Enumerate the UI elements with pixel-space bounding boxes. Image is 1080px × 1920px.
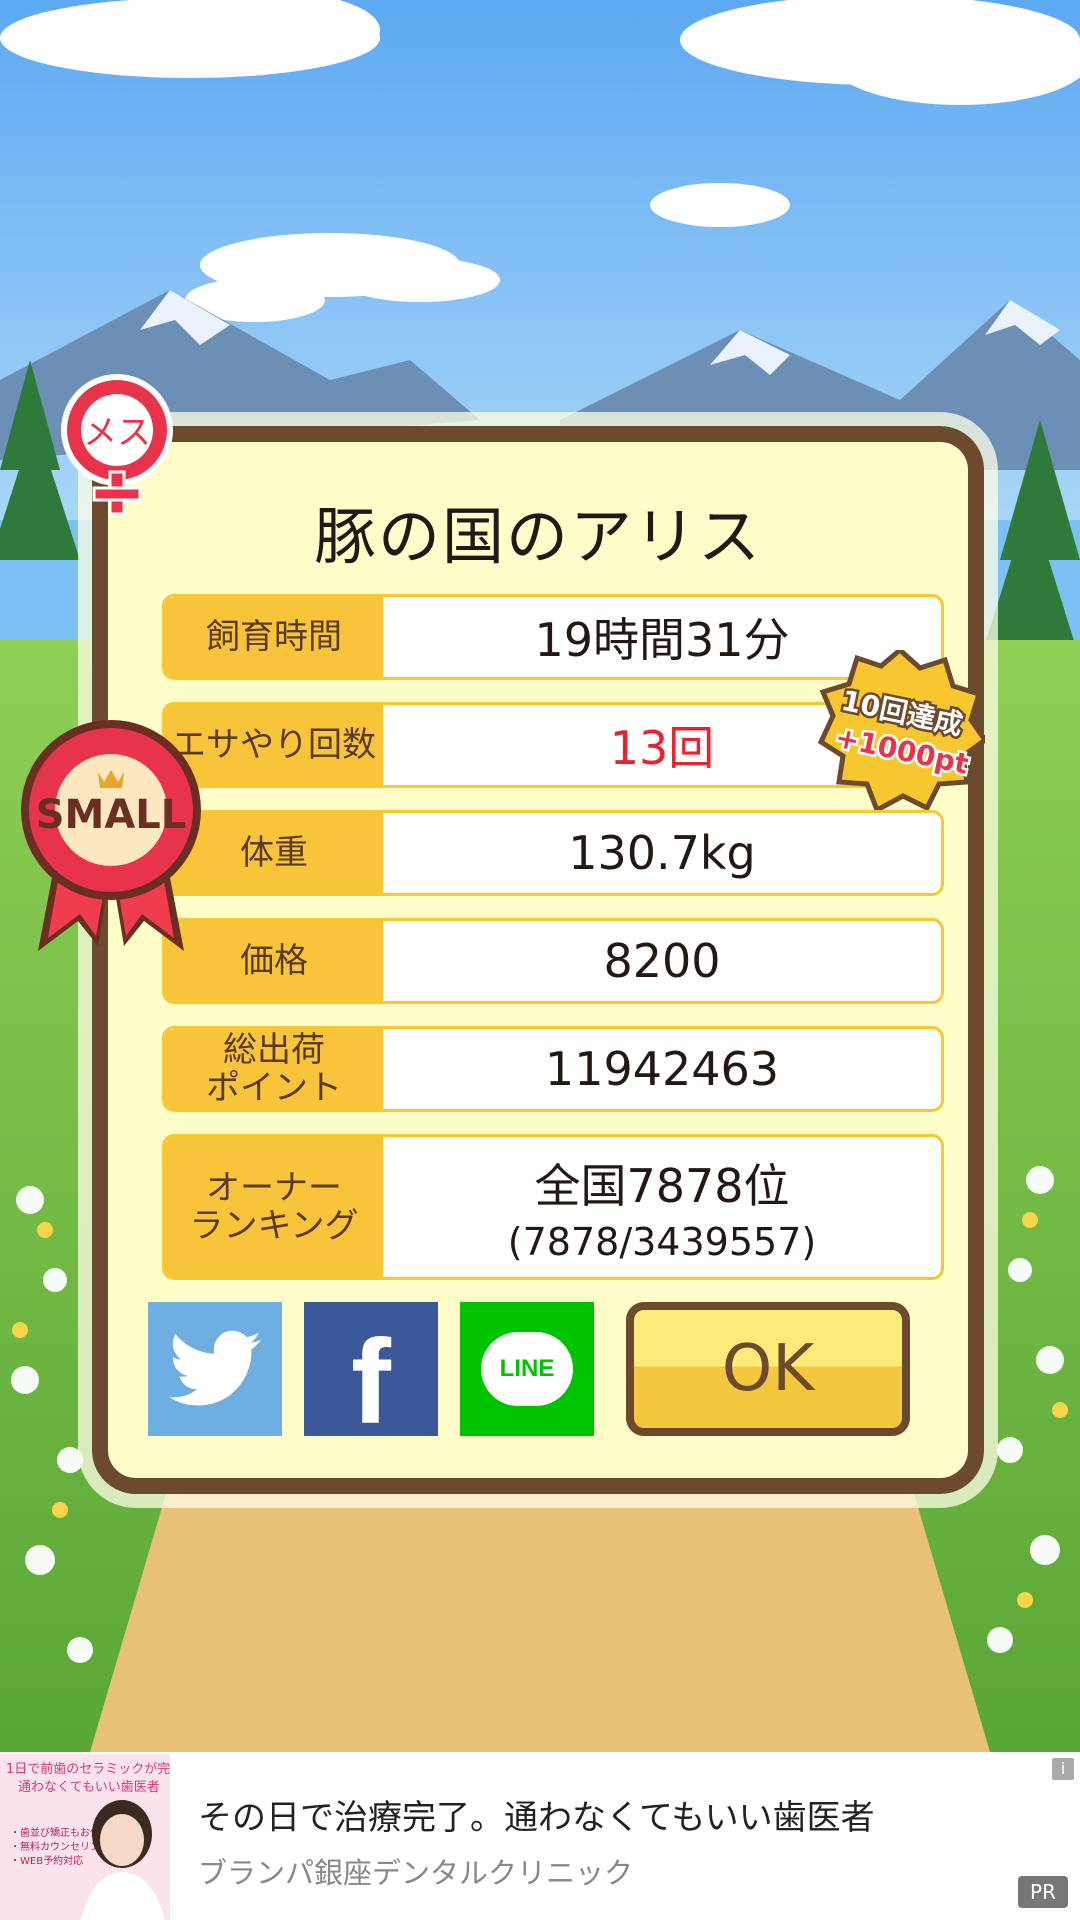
svg-text:SMALL: SMALL — [36, 792, 187, 838]
ad-woman-photo — [80, 1800, 165, 1920]
line-share-button[interactable]: LINE — [460, 1302, 594, 1436]
stat-row-owner-ranking: オーナー ランキング 全国7878位 (7878/3439557) — [162, 1134, 944, 1280]
facebook-share-button[interactable]: f — [304, 1302, 438, 1449]
stat-label: オーナー ランキング — [165, 1137, 383, 1277]
stat-value: 8200 — [603, 934, 721, 988]
female-badge-icon: メス — [52, 372, 182, 522]
twitter-icon — [169, 1330, 261, 1406]
ad-banner[interactable]: 1日で前歯のセラミックが完成 通わなくてもいい歯医者 ・歯並び矯正もお任せ ・無… — [0, 1752, 1080, 1920]
twitter-share-button[interactable] — [148, 1302, 282, 1436]
line-icon: LINE — [481, 1332, 573, 1406]
ad-title[interactable]: その日で治療完了。通わなくてもいい歯医者 — [198, 1790, 875, 1839]
stat-label: 飼育時間 — [165, 597, 383, 677]
ad-thumb-text: 1日で前歯のセラミックが完成 — [6, 1762, 170, 1777]
ad-thumb-text: 通わなくてもいい歯医者 — [18, 1780, 160, 1795]
ranking-detail: (7878/3439557) — [507, 1220, 817, 1264]
stat-label: 総出荷 ポイント — [165, 1029, 383, 1109]
stat-row-total-points: 総出荷 ポイント 11942463 — [162, 1026, 944, 1112]
result-dialog: 豚の国のアリス 飼育時間 19時間31分 エサやり回数 13回 体重 130.7… — [92, 426, 984, 1494]
ok-button[interactable]: OK — [626, 1302, 910, 1436]
size-ribbon-icon: SMALL — [18, 716, 204, 958]
stat-value: 130.7kg — [568, 826, 756, 880]
pig-name-title: 豚の国のアリス — [313, 500, 762, 573]
stat-row-price: 価格 8200 — [162, 918, 944, 1004]
svg-text:メス: メス — [83, 413, 151, 453]
bonus-seal-icon: 10回達成 +1000pt — [815, 646, 989, 814]
ranking-main: 全国7878位 — [534, 1159, 790, 1213]
ad-thumbnail: 1日で前歯のセラミックが完成 通わなくてもいい歯医者 ・歯並び矯正もお任せ ・無… — [0, 1754, 170, 1920]
ad-advertiser[interactable]: ブランパ銀座デンタルクリニック — [198, 1850, 633, 1892]
stat-value: 全国7878位 (7878/3439557) — [383, 1137, 941, 1277]
stat-value: 11942463 — [544, 1042, 780, 1096]
stat-row-weight: 体重 130.7kg — [162, 810, 944, 896]
facebook-icon: f — [351, 1315, 391, 1449]
ad-info-icon[interactable]: i — [1052, 1758, 1074, 1780]
ad-pr-badge: PR — [1018, 1876, 1068, 1908]
